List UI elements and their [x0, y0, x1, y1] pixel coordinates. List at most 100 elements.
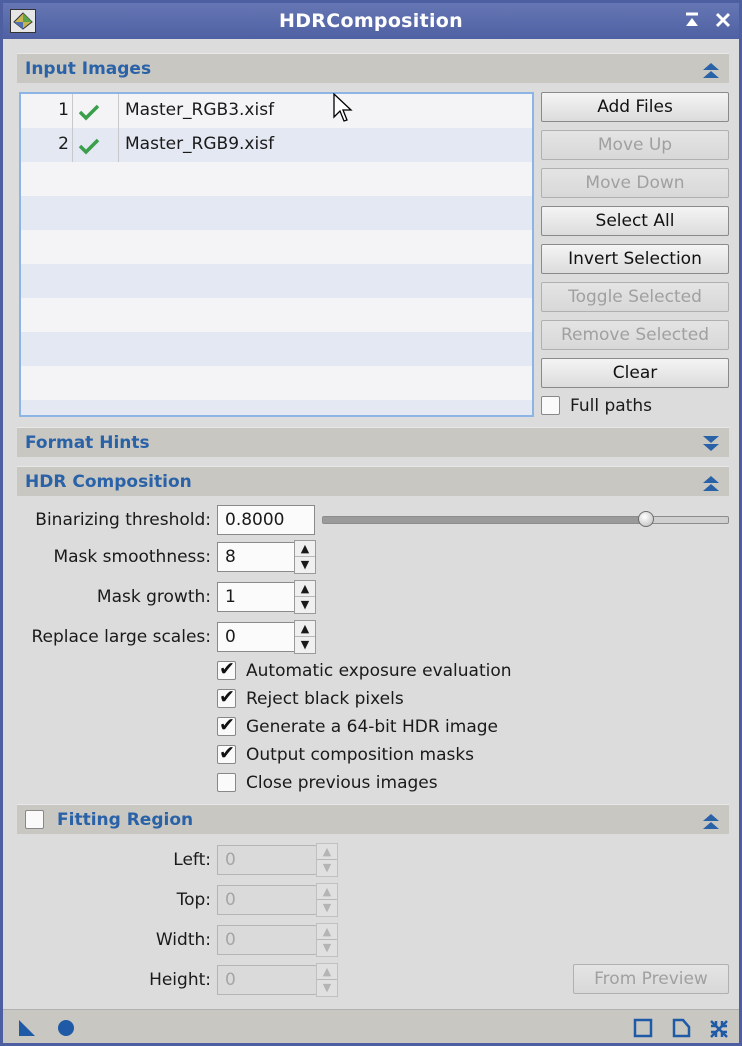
empty-row	[21, 264, 532, 298]
output-masks-checkbox[interactable]: ✔	[217, 742, 236, 764]
height-label: Height:	[149, 970, 211, 990]
top-input[interactable]: 0	[217, 885, 317, 915]
spin-up-icon[interactable]: ▲	[295, 541, 315, 557]
output-masks-label: Output composition masks	[246, 745, 475, 765]
left-input[interactable]: 0	[217, 845, 317, 875]
row-index: 1	[58, 100, 69, 120]
height-input[interactable]: 0	[217, 965, 317, 995]
full-paths-checkbox[interactable]	[541, 396, 560, 415]
automatic-exposure-label: Automatic exposure evaluation	[246, 661, 512, 681]
fitting-region-title: Fitting Region	[57, 810, 194, 830]
move-down-button[interactable]: Move Down	[541, 168, 729, 198]
spin-down-icon[interactable]: ▼	[295, 597, 315, 613]
mask-growth-spinner[interactable]: ▲ ▼	[294, 580, 316, 614]
reject-black-pixels-label: Reject black pixels	[246, 689, 404, 709]
spin-down-icon[interactable]: ▼	[317, 940, 337, 956]
spin-up-icon[interactable]: ▲	[295, 581, 315, 597]
close-previous-images-checkbox[interactable]	[217, 773, 236, 792]
empty-row	[21, 298, 532, 332]
shade-icon[interactable]	[680, 9, 704, 33]
spin-up-icon[interactable]: ▲	[295, 621, 315, 637]
table-row[interactable]: 2 Master_RGB9.xisf	[21, 128, 532, 162]
empty-row	[21, 196, 532, 230]
spin-up-icon[interactable]: ▲	[317, 964, 337, 980]
from-preview-button[interactable]: From Preview	[573, 964, 729, 994]
spin-up-icon[interactable]: ▲	[317, 884, 337, 900]
mouse-cursor-icon	[333, 92, 353, 123]
collapse-section-icon[interactable]	[701, 811, 721, 831]
spin-down-icon[interactable]: ▼	[317, 980, 337, 996]
collapse-section-icon[interactable]	[701, 473, 721, 493]
select-all-button[interactable]: Select All	[541, 206, 729, 236]
file-name: Master_RGB9.xisf	[125, 134, 275, 154]
height-spinner[interactable]: ▲ ▼	[316, 963, 338, 997]
enabled-check-icon[interactable]	[77, 102, 101, 122]
add-files-button[interactable]: Add Files	[541, 92, 729, 122]
mask-smoothness-label: Mask smoothness:	[53, 547, 211, 567]
checkmark-icon: ✔	[219, 714, 235, 736]
slider-handle[interactable]	[638, 511, 654, 527]
spin-down-icon[interactable]: ▼	[295, 637, 315, 653]
generate-64bit-checkbox[interactable]: ✔	[217, 714, 236, 736]
binarizing-threshold-label: Binarizing threshold:	[35, 510, 211, 530]
toggle-selected-button[interactable]: Toggle Selected	[541, 282, 729, 312]
empty-row	[21, 332, 532, 366]
empty-row	[21, 230, 532, 264]
remove-selected-button[interactable]: Remove Selected	[541, 320, 729, 350]
collapse-section-icon[interactable]	[701, 60, 721, 80]
mask-growth-input[interactable]: 1	[217, 582, 295, 612]
width-spinner[interactable]: ▲ ▼	[316, 923, 338, 957]
spin-down-icon[interactable]: ▼	[317, 860, 337, 876]
clear-button[interactable]: Clear	[541, 358, 729, 388]
table-row[interactable]: 1 Master_RGB3.xisf	[21, 94, 532, 128]
reset-icon[interactable]	[671, 1018, 691, 1038]
file-name: Master_RGB3.xisf	[125, 100, 275, 120]
left-spinner[interactable]: ▲ ▼	[316, 843, 338, 877]
invert-selection-button[interactable]: Invert Selection	[541, 244, 729, 274]
mask-smoothness-spinner[interactable]: ▲ ▼	[294, 540, 316, 574]
title-bar[interactable]: HDRComposition	[3, 3, 739, 39]
input-images-header[interactable]: Input Images	[17, 53, 729, 83]
format-hints-header[interactable]: Format Hints	[17, 427, 729, 457]
hdr-composition-title: HDR Composition	[25, 472, 192, 492]
replace-large-scales-input[interactable]: 0	[217, 622, 295, 652]
new-instance-triangle-icon[interactable]	[17, 1018, 37, 1038]
process-control-bar	[3, 1009, 739, 1043]
width-input[interactable]: 0	[217, 925, 317, 955]
spin-up-icon[interactable]: ▲	[317, 844, 337, 860]
replace-large-scales-spinner[interactable]: ▲ ▼	[294, 620, 316, 654]
replace-large-scales-label: Replace large scales:	[31, 627, 211, 647]
hdrcomposition-window: HDRComposition Input Images 1 Master_RGB…	[0, 0, 742, 1046]
empty-row	[21, 366, 532, 400]
fitting-region-header[interactable]: Fitting Region	[17, 804, 729, 834]
input-images-list[interactable]: 1 Master_RGB3.xisf 2 Master_RGB9.xisf	[19, 92, 534, 417]
enabled-check-icon[interactable]	[77, 136, 101, 156]
automatic-exposure-checkbox[interactable]: ✔	[217, 658, 236, 680]
fitting-region-checkbox[interactable]	[25, 810, 44, 829]
close-icon[interactable]	[711, 9, 735, 33]
spin-down-icon[interactable]: ▼	[295, 557, 315, 573]
spin-up-icon[interactable]: ▲	[317, 924, 337, 940]
mask-smoothness-input[interactable]: 8	[217, 542, 295, 572]
reject-black-pixels-checkbox[interactable]: ✔	[217, 686, 236, 708]
generate-64bit-label: Generate a 64-bit HDR image	[246, 717, 499, 737]
top-spinner[interactable]: ▲ ▼	[316, 883, 338, 917]
slider-fill	[323, 517, 647, 523]
spin-down-icon[interactable]: ▼	[317, 900, 337, 916]
expand-icon[interactable]	[708, 1018, 728, 1038]
top-label: Top:	[176, 890, 211, 910]
row-index: 2	[58, 134, 69, 154]
binarizing-threshold-input[interactable]: 0.8000	[217, 505, 315, 535]
full-paths-label: Full paths	[570, 396, 652, 416]
close-previous-images-label: Close previous images	[246, 773, 438, 793]
empty-row	[21, 162, 532, 196]
checkmark-icon: ✔	[219, 686, 235, 708]
hdr-composition-header[interactable]: HDR Composition	[17, 466, 729, 496]
empty-row	[21, 400, 532, 415]
binarizing-threshold-slider[interactable]	[322, 516, 729, 524]
apply-global-circle-icon[interactable]	[56, 1018, 76, 1038]
window-title: HDRComposition	[279, 10, 463, 32]
documentation-icon[interactable]	[633, 1018, 653, 1038]
expand-section-icon[interactable]	[701, 434, 721, 454]
move-up-button[interactable]: Move Up	[541, 130, 729, 160]
